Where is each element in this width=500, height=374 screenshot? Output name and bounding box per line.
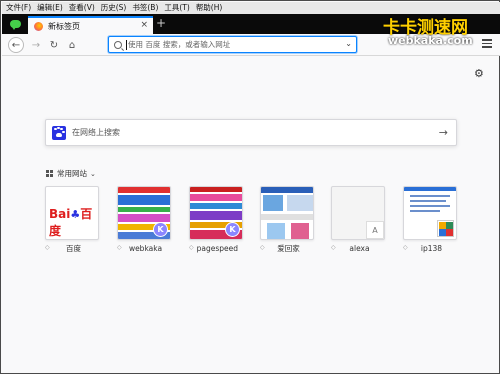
tile-thumbnail[interactable] [260, 186, 314, 240]
tile-label: alexa [349, 243, 370, 253]
alexa-letter-icon: A [366, 221, 384, 239]
top-site-tile-webkaka[interactable]: K ◇ webkaka [117, 186, 171, 253]
pin-icon: ◇ [189, 244, 194, 251]
menu-file[interactable]: 文件(F) [6, 2, 31, 14]
new-tab-button[interactable]: + [156, 16, 166, 30]
tab-new-tab[interactable]: 新标签页 × [28, 16, 153, 34]
baidu-logo: Bai♣百度 [49, 207, 93, 238]
k-badge-icon: K [153, 222, 168, 237]
url-bar[interactable]: 使用 百度 搜索，或者输入网址 ⌄ [108, 36, 357, 53]
search-icon [114, 40, 122, 49]
watermark-logo: 卡卡测速网 webkaka.com [379, 13, 497, 51]
menu-help[interactable]: 帮助(H) [196, 2, 223, 14]
top-site-tile-ip138[interactable]: ◇ ip138 [403, 186, 457, 253]
tile-label: webkaka [128, 243, 163, 253]
home-button[interactable]: ⌂ [64, 37, 80, 53]
url-placeholder: 使用 百度 搜索，或者输入网址 [128, 40, 231, 49]
watermark-en: webkaka.com [388, 34, 473, 47]
pin-icon: ◇ [260, 244, 265, 251]
chat-icon[interactable] [6, 17, 24, 31]
baidu-paw-icon [52, 125, 66, 140]
forward-button[interactable]: → [28, 37, 44, 53]
pin-icon: ◇ [331, 244, 336, 251]
back-button[interactable]: ← [8, 37, 24, 53]
menu-edit[interactable]: 编辑(E) [37, 2, 63, 14]
web-search-box[interactable]: 在网络上搜索 → [45, 119, 457, 146]
tile-thumbnail[interactable]: K [117, 186, 171, 240]
settings-gear-icon[interactable]: ⚙ [474, 67, 484, 80]
k-badge-icon: K [225, 222, 240, 237]
search-placeholder: 在网络上搜索 [72, 128, 120, 137]
tile-label: 爱回家 [277, 243, 300, 253]
pin-icon: ◇ [117, 244, 122, 251]
tile-label: ip138 [420, 243, 443, 253]
pin-icon: ◇ [45, 244, 50, 251]
menu-bookmarks[interactable]: 书签(B) [132, 2, 158, 14]
menu-history[interactable]: 历史(S) [101, 2, 127, 14]
top-site-tile-baidu[interactable]: Bai♣百度 ◇ 百度 [45, 186, 99, 253]
top-site-tile-alexa[interactable]: A ◇ alexa [331, 186, 385, 253]
tile-thumbnail[interactable]: A [331, 186, 385, 240]
top-site-tile-pagespeed[interactable]: K ◇ pagespeed [189, 186, 243, 253]
search-go-arrow-icon[interactable]: → [439, 126, 448, 139]
firefox-icon [34, 21, 43, 31]
text-caret [126, 39, 127, 50]
url-dropdown-icon[interactable]: ⌄ [345, 39, 352, 48]
tile-thumbnail[interactable]: Bai♣百度 [45, 186, 99, 240]
tab-title: 新标签页 [48, 21, 80, 31]
top-sites-header[interactable]: 常用网站 ⌄ [46, 168, 96, 179]
menu-tools[interactable]: 工具(T) [164, 2, 189, 14]
tile-thumbnail[interactable]: K [189, 186, 243, 240]
browser-window: 文件(F) 编辑(E) 查看(V) 历史(S) 书签(B) 工具(T) 帮助(H… [0, 0, 500, 374]
pin-icon: ◇ [403, 244, 408, 251]
tile-label: 百度 [66, 243, 81, 253]
tile-label: pagespeed [196, 243, 239, 253]
reload-button[interactable]: ↻ [46, 37, 62, 53]
tile-thumbnail[interactable] [403, 186, 457, 240]
chevron-down-icon: ⌄ [90, 169, 96, 178]
ip138-logo-icon [437, 220, 454, 237]
top-site-tile-aihuijia[interactable]: ◇ 爱回家 [260, 186, 314, 253]
menu-view[interactable]: 查看(V) [69, 2, 95, 14]
grid-icon [46, 170, 53, 177]
top-sites-title: 常用网站 [57, 169, 87, 178]
tab-close-button[interactable]: × [140, 20, 148, 30]
